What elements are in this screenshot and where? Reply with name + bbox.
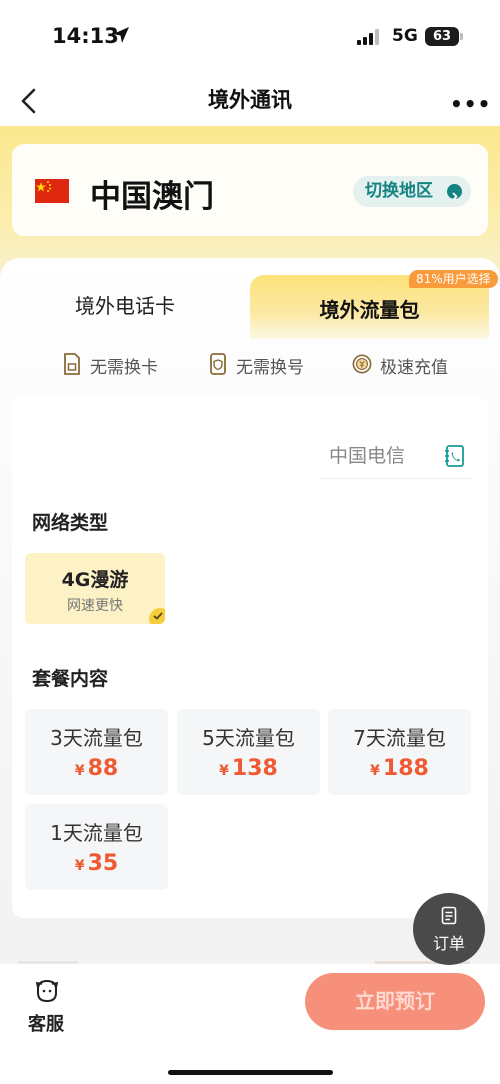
tab-data-package-label: 境外流量包	[319, 298, 420, 322]
carrier-name[interactable]: 中国电信	[329, 441, 405, 468]
chevron-right-icon	[447, 184, 462, 201]
package-card[interactable]: 3天流量包 ¥88	[25, 709, 168, 795]
switch-region-button[interactable]: 切换地区	[353, 176, 471, 207]
package-price-value: 138	[231, 756, 278, 781]
network-option-4g[interactable]: 4G漫游 网速更快	[25, 553, 165, 624]
orders-label: 订单	[432, 934, 465, 953]
network-option-title: 4G漫游	[61, 569, 129, 591]
network-type: 5G	[392, 26, 418, 46]
network-type-title: 网络类型	[32, 512, 109, 534]
popularity-badge: 81%用户选择	[409, 270, 498, 288]
package-price: ¥88	[25, 756, 168, 781]
checkmark-icon	[149, 608, 165, 624]
phone-shield-icon	[210, 353, 226, 375]
package-name: 5天流量包	[202, 726, 295, 750]
customer-service-label[interactable]: 客服	[28, 1010, 64, 1036]
currency-symbol: ¥	[74, 858, 85, 874]
package-card[interactable]: 1天流量包 ¥35	[25, 804, 168, 890]
package-price: ¥138	[177, 756, 320, 781]
more-icon[interactable]: •••	[450, 92, 491, 116]
currency-symbol: ¥	[74, 763, 85, 779]
package-name: 1天流量包	[50, 821, 143, 845]
tab-sim-card[interactable]: 境外电话卡	[0, 290, 250, 319]
package-price-value: 188	[382, 756, 429, 781]
battery-icon: 63	[425, 27, 463, 46]
bottom-bar: 客服 立即预订	[0, 964, 500, 1084]
switch-region-label: 切换地区	[365, 181, 433, 201]
package-name: 3天流量包	[50, 726, 143, 750]
feature-label: 无需换卡	[90, 358, 158, 378]
coin-icon	[352, 354, 372, 374]
package-card[interactable]: 5天流量包 ¥138	[177, 709, 320, 795]
customer-service-icon[interactable]	[34, 978, 60, 1004]
package-name: 7天流量包	[353, 726, 446, 750]
signal-icon	[357, 29, 379, 45]
region-card: 中国澳门 切换地区	[12, 144, 488, 236]
sim-card-icon	[64, 353, 80, 375]
package-price: ¥35	[25, 851, 168, 876]
features-row: 无需换卡 无需换号 极速充值	[0, 352, 500, 378]
package-card[interactable]: 7天流量包 ¥188	[328, 709, 471, 795]
divider	[320, 478, 473, 479]
battery-level: 63	[432, 29, 452, 44]
feature-label: 极速充值	[380, 358, 448, 378]
package-price-value: 35	[87, 851, 119, 876]
clipboard-icon	[441, 906, 457, 925]
currency-symbol: ¥	[370, 763, 380, 779]
book-now-button[interactable]: 立即预订	[305, 973, 485, 1030]
page-title: 境外通讯	[208, 88, 292, 112]
feature-label: 无需换号	[236, 358, 304, 378]
network-option-subtitle: 网速更快	[67, 598, 123, 614]
orders-button[interactable]: 订单	[413, 893, 485, 965]
package-content-title: 套餐内容	[32, 668, 109, 690]
status-time: 14:13	[52, 24, 119, 48]
content-card: 中国电信 网络类型 4G漫游 网速更快 套餐内容 3天流量包 ¥88 5天流量包…	[12, 396, 488, 918]
package-price-value: 88	[87, 756, 119, 781]
location-arrow-icon	[113, 27, 129, 43]
china-flag-icon	[35, 179, 69, 203]
region-name: 中国澳门	[90, 179, 214, 215]
nav-bar: 境外通讯 •••	[0, 72, 500, 126]
package-price: ¥188	[328, 756, 471, 781]
home-indicator	[168, 1070, 333, 1075]
contacts-phone-icon[interactable]	[444, 444, 466, 468]
status-bar: 14:13 5G 63	[0, 0, 500, 72]
currency-symbol: ¥	[219, 763, 229, 779]
